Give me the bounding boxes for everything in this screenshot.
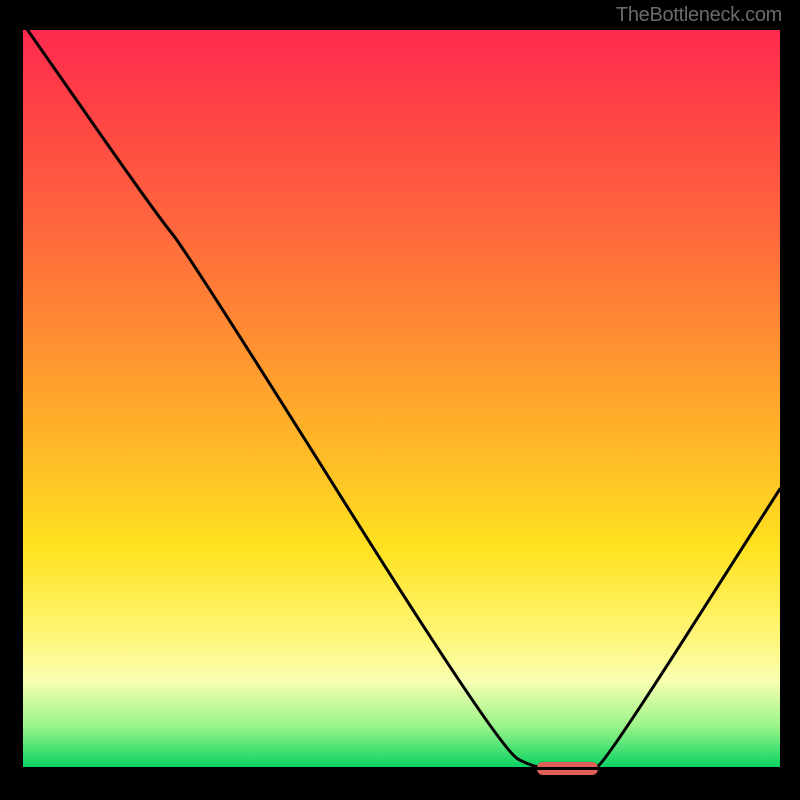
watermark-text: TheBottleneck.com xyxy=(616,4,782,27)
bottleneck-curve xyxy=(20,30,780,770)
optimal-range-marker xyxy=(537,762,598,775)
chart-frame: TheBottleneck.com xyxy=(0,0,800,800)
curve-path xyxy=(28,30,780,770)
